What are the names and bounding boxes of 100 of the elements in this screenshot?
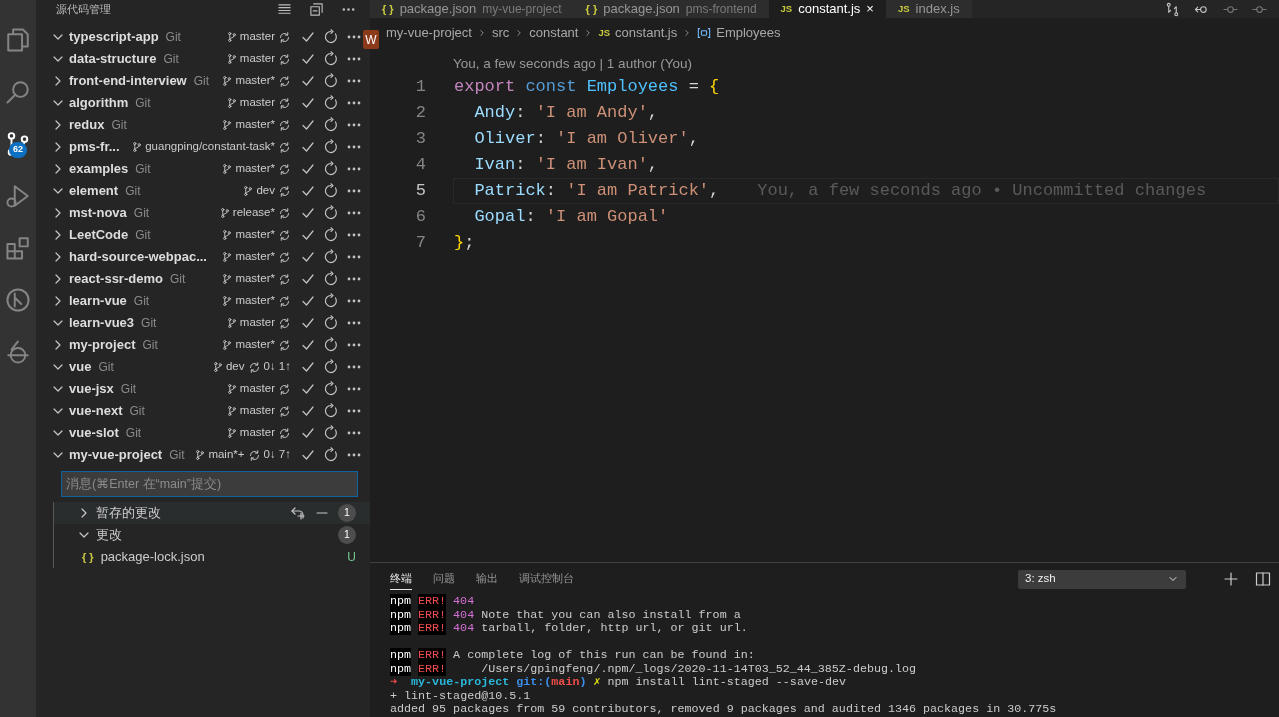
- panel-tab[interactable]: 调试控制台: [519, 568, 574, 590]
- repository-name[interactable]: vue-next: [69, 401, 123, 421]
- editor-tab[interactable]: { } package.json my-vue-project: [370, 0, 574, 18]
- code-line: Patrick: 'I am Patrick',: [473, 180, 720, 203]
- repository-name[interactable]: vue-jsx: [69, 379, 114, 399]
- repository-name[interactable]: mst-nova: [69, 203, 127, 223]
- repository-name[interactable]: LeetCode: [69, 225, 129, 245]
- provider-label: Git: [129, 403, 145, 420]
- sync-status[interactable]: 0↓ 1↑: [263, 358, 291, 376]
- provider-label: Git: [141, 315, 157, 332]
- branch-label[interactable]: release*: [232, 204, 275, 222]
- branch-label[interactable]: master: [239, 28, 275, 46]
- code-line: Gopal: 'I am Gopal': [473, 206, 669, 229]
- group-label[interactable]: 暂存的更改: [96, 503, 161, 523]
- editor-tab[interactable]: JS index.js: [885, 0, 972, 18]
- repository-name[interactable]: react-ssr-demo: [69, 269, 163, 289]
- repository-name[interactable]: examples: [69, 159, 129, 179]
- repository-name[interactable]: element: [69, 181, 119, 201]
- branch-label[interactable]: guangping/constant-task*: [145, 138, 275, 156]
- terminal-line: npm ERR! 404 tarball, folder, http url, or git url.: [390, 622, 748, 636]
- repository-name[interactable]: vue: [69, 357, 92, 377]
- repository-name[interactable]: algorithm: [69, 93, 129, 113]
- repository-name[interactable]: data-structure: [69, 49, 157, 69]
- editor-tab[interactable]: JS constant.js ×: [768, 0, 886, 18]
- repository-name[interactable]: learn-vue3: [69, 313, 135, 333]
- repository-name[interactable]: pms-fr...: [69, 137, 120, 157]
- close-button[interactable]: ×: [866, 0, 874, 19]
- repository-name[interactable]: my-project: [69, 335, 136, 355]
- code-line: Oliver: 'I am Oliver',: [473, 128, 699, 151]
- panel-title: 源代码管理: [56, 1, 111, 17]
- repository-name[interactable]: front-end-interview: [69, 71, 187, 91]
- file-name[interactable]: package-lock.json: [100, 547, 205, 567]
- provider-label: Git: [125, 425, 142, 442]
- breadcrumb-item[interactable]: Employees: [716, 23, 781, 43]
- code-line: export const Employees = {: [454, 76, 720, 99]
- js-file-icon: JS: [780, 1, 793, 17]
- terminal-line: + lint-staged@10.5.1: [390, 689, 531, 703]
- panel-tab[interactable]: 输出: [476, 568, 498, 590]
- branch-label[interactable]: main*+: [208, 446, 245, 464]
- editor-tab[interactable]: { } package.json pms-frontend: [573, 0, 769, 18]
- branch-label[interactable]: master*: [235, 116, 275, 134]
- repository-name[interactable]: hard-source-webpac...: [69, 247, 207, 267]
- line-number: 5: [414, 180, 426, 203]
- provider-label: Git: [133, 293, 150, 310]
- avatar[interactable]: W: [363, 30, 379, 49]
- breadcrumb-item[interactable]: constant.js: [615, 23, 678, 43]
- provider-label: Git: [169, 447, 185, 464]
- provider-label: Git: [169, 271, 186, 288]
- line-number: 1: [414, 76, 426, 99]
- branch-label[interactable]: master: [239, 50, 275, 68]
- provider-label: Git: [133, 205, 150, 222]
- breadcrumb-item[interactable]: my-vue-project: [386, 23, 472, 43]
- code-line: };: [454, 232, 475, 255]
- branch-label[interactable]: master: [239, 402, 275, 420]
- breadcrumb-item[interactable]: constant: [529, 23, 579, 43]
- provider-label: Git: [98, 359, 114, 376]
- branch-label[interactable]: master*: [235, 160, 275, 178]
- js-file-icon: JS: [598, 25, 611, 41]
- provider-label: Git: [135, 95, 151, 112]
- terminal-line: npm ERR! 404: [390, 595, 475, 609]
- repository-name[interactable]: redux: [69, 115, 105, 135]
- provider-label: Git: [125, 183, 141, 200]
- branch-label[interactable]: dev: [225, 358, 245, 376]
- code-line: Ivan: 'I am Ivan',: [473, 154, 659, 177]
- count-badge: 62: [9, 142, 27, 158]
- branch-label[interactable]: master: [239, 380, 275, 398]
- commit-message-field[interactable]: 消息(⌘Enter 在“main”提交): [61, 471, 358, 497]
- branch-label[interactable]: master: [239, 424, 275, 442]
- branch-label[interactable]: master*: [235, 270, 275, 288]
- branch-label[interactable]: master*: [235, 336, 275, 354]
- breadcrumb-item[interactable]: src: [491, 23, 510, 43]
- line-number: 4: [414, 154, 426, 177]
- branch-label[interactable]: dev: [256, 182, 275, 200]
- branch-label[interactable]: master*: [235, 248, 275, 266]
- count-badge: 1: [338, 504, 356, 522]
- provider-label: Git: [142, 337, 158, 354]
- branch-label[interactable]: master*: [235, 226, 275, 244]
- branch-label[interactable]: master*: [235, 292, 275, 310]
- line-number: 6: [414, 206, 426, 229]
- panel-tab[interactable]: 终端: [390, 568, 412, 590]
- provider-label: Git: [120, 381, 137, 398]
- json-file-icon: { }: [382, 0, 394, 18]
- provider-label: Git: [163, 51, 179, 68]
- group-label[interactable]: 更改: [96, 525, 122, 545]
- line-number: 7: [414, 232, 426, 255]
- branch-label[interactable]: master: [239, 314, 275, 332]
- provider-label: Git: [135, 161, 151, 178]
- sync-status[interactable]: 0↓ 7↑: [263, 446, 291, 464]
- repository-name[interactable]: my-vue-project: [69, 445, 163, 465]
- repository-name[interactable]: typescript-app: [69, 27, 159, 47]
- terminal-line: npm ERR! A complete log of this run can be found in:: [390, 649, 755, 663]
- branch-label[interactable]: master: [239, 94, 275, 112]
- panel-tab[interactable]: 问题: [433, 568, 455, 590]
- code-lens[interactable]: You, a few seconds ago | 1 author (You): [453, 53, 692, 74]
- repository-name[interactable]: vue-slot: [69, 423, 119, 443]
- terminal-select[interactable]: 3: zsh: [1018, 569, 1186, 589]
- provider-label: Git: [111, 117, 127, 134]
- repository-name[interactable]: learn-vue: [69, 291, 127, 311]
- branch-label[interactable]: master*: [235, 72, 275, 90]
- json-file-icon: { }: [585, 0, 598, 18]
